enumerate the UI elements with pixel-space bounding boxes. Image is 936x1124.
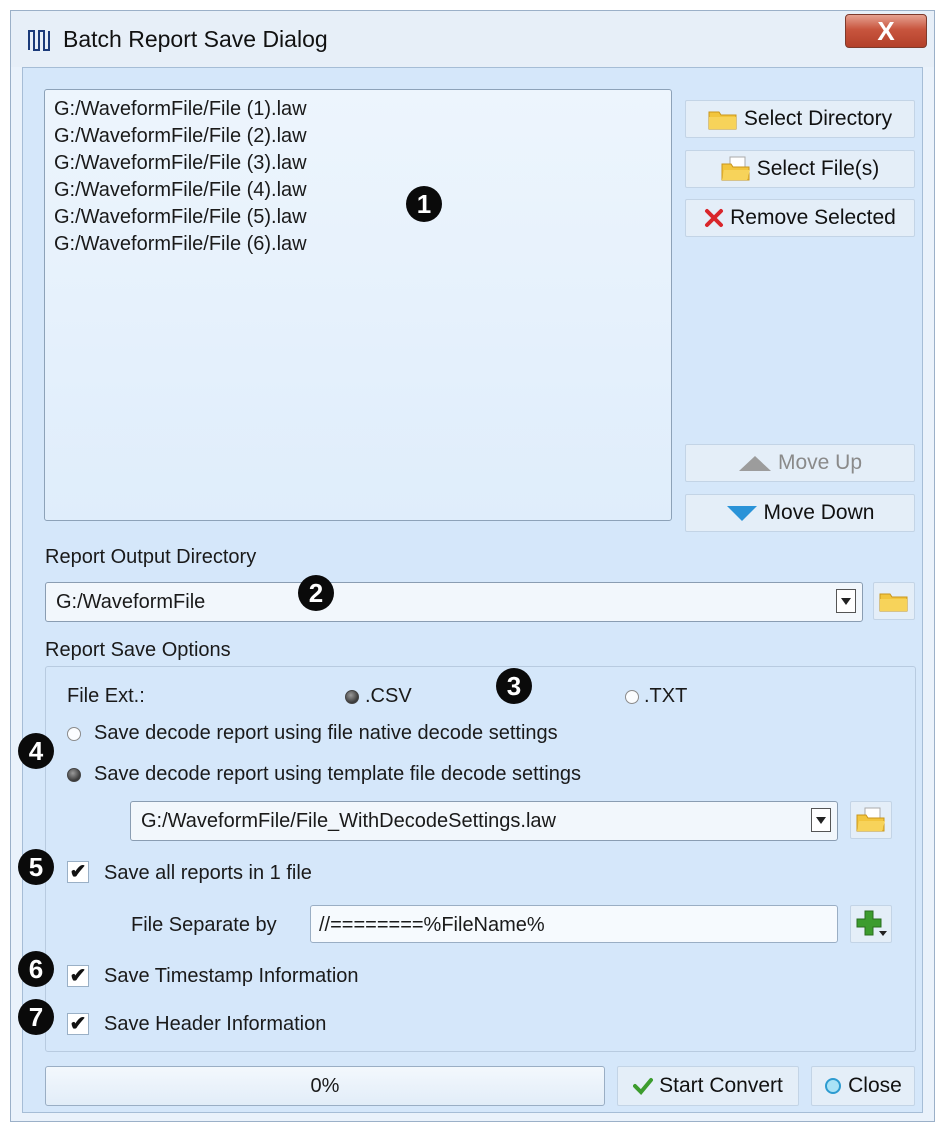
file-separator-input[interactable]: //========%FileName%: [310, 905, 838, 943]
radio-txt-label[interactable]: .TXT: [644, 685, 687, 708]
select-files-label: Select File(s): [756, 157, 880, 180]
callout-marker-4: 4: [18, 733, 54, 769]
down-triangle-icon: [726, 506, 757, 521]
radio-csv-label[interactable]: .CSV: [365, 685, 412, 708]
open-folder-icon: [721, 156, 750, 181]
checkmark-icon: ✔: [69, 861, 87, 883]
plus-icon: [856, 910, 887, 936]
circle-icon: [825, 1078, 842, 1094]
add-separator-token-button[interactable]: [850, 905, 892, 943]
dialog-client-area: G:/WaveformFile/File (1).law G:/Waveform…: [22, 67, 923, 1113]
save-header-checkbox[interactable]: ✔: [67, 1013, 89, 1035]
move-down-label: Move Down: [763, 501, 875, 524]
file-list[interactable]: G:/WaveformFile/File (1).law G:/Waveform…: [44, 89, 672, 521]
radio-csv[interactable]: [345, 690, 359, 704]
folder-icon: [879, 593, 908, 612]
app-waveform-icon: [28, 30, 50, 51]
callout-marker-3: 3: [496, 668, 532, 704]
open-folder-icon: [856, 807, 885, 832]
output-directory-label: Report Output Directory: [45, 546, 257, 568]
move-up-label: Move Up: [777, 451, 863, 474]
radio-txt[interactable]: [625, 690, 639, 704]
save-timestamp-label[interactable]: Save Timestamp Information: [104, 965, 359, 988]
radio-template-settings[interactable]: [67, 768, 81, 782]
save-timestamp-checkbox[interactable]: ✔: [67, 965, 89, 987]
callout-marker-1: 1: [406, 186, 442, 222]
output-directory-value: G:/WaveformFile: [56, 591, 206, 613]
batch-report-dialog: Batch Report Save Dialog X G:/WaveformFi…: [10, 10, 935, 1122]
chevron-down-icon[interactable]: [836, 589, 856, 613]
start-convert-button[interactable]: Start Convert: [617, 1066, 799, 1106]
move-down-button[interactable]: Move Down: [685, 494, 915, 532]
move-up-button[interactable]: Move Up: [685, 444, 915, 482]
checkmark-icon: ✔: [69, 1013, 87, 1035]
callout-marker-2: 2: [298, 575, 334, 611]
save-header-label[interactable]: Save Header Information: [104, 1013, 326, 1036]
up-triangle-icon: [738, 456, 771, 471]
file-list-item[interactable]: G:/WaveformFile/File (4).law: [54, 179, 307, 202]
close-label: Close: [848, 1074, 902, 1097]
file-separator-value: //========%FileName%: [319, 914, 545, 936]
checkmark-icon: ✔: [69, 965, 87, 987]
file-list-item[interactable]: G:/WaveformFile/File (2).law: [54, 125, 307, 148]
callout-marker-7: 7: [18, 999, 54, 1035]
browse-output-folder-button[interactable]: [873, 582, 915, 620]
callout-marker-6: 6: [18, 951, 54, 987]
folder-icon: [708, 111, 737, 130]
radio-native-settings-label[interactable]: Save decode report using file native dec…: [94, 722, 558, 745]
close-window-button[interactable]: X: [845, 14, 927, 48]
close-button[interactable]: Close: [811, 1066, 915, 1106]
remove-selected-button[interactable]: Remove Selected: [685, 199, 915, 237]
select-directory-label: Select Directory: [743, 107, 893, 130]
file-list-item[interactable]: G:/WaveformFile/File (6).law: [54, 233, 307, 256]
options-group-label: Report Save Options: [45, 639, 231, 661]
file-ext-label: File Ext.:: [67, 685, 145, 707]
output-directory-combo[interactable]: G:/WaveformFile: [45, 582, 863, 622]
remove-selected-label: Remove Selected: [730, 206, 896, 229]
select-directory-button[interactable]: Select Directory: [685, 100, 915, 138]
title-bar: Batch Report Save Dialog X: [11, 11, 934, 67]
browse-template-button[interactable]: [850, 801, 892, 839]
chevron-down-icon[interactable]: [811, 808, 831, 832]
conversion-progress-bar: 0%: [45, 1066, 605, 1106]
file-separate-label: File Separate by: [131, 914, 277, 936]
template-file-combo[interactable]: G:/WaveformFile/File_WithDecodeSettings.…: [130, 801, 838, 841]
file-list-item[interactable]: G:/WaveformFile/File (5).law: [54, 206, 307, 229]
remove-x-icon: [705, 209, 724, 227]
select-files-button[interactable]: Select File(s): [685, 150, 915, 188]
save-all-checkbox[interactable]: ✔: [67, 861, 89, 883]
template-file-value: G:/WaveformFile/File_WithDecodeSettings.…: [141, 810, 556, 832]
start-convert-label: Start Convert: [659, 1074, 783, 1097]
file-list-item[interactable]: G:/WaveformFile/File (1).law: [54, 98, 307, 121]
callout-marker-5: 5: [18, 849, 54, 885]
window-title: Batch Report Save Dialog: [63, 26, 328, 52]
radio-template-settings-label[interactable]: Save decode report using template file d…: [94, 763, 581, 786]
radio-native-settings[interactable]: [67, 727, 81, 741]
checkmark-icon: [633, 1078, 654, 1095]
file-list-item[interactable]: G:/WaveformFile/File (3).law: [54, 152, 307, 175]
save-all-label[interactable]: Save all reports in 1 file: [104, 862, 312, 885]
